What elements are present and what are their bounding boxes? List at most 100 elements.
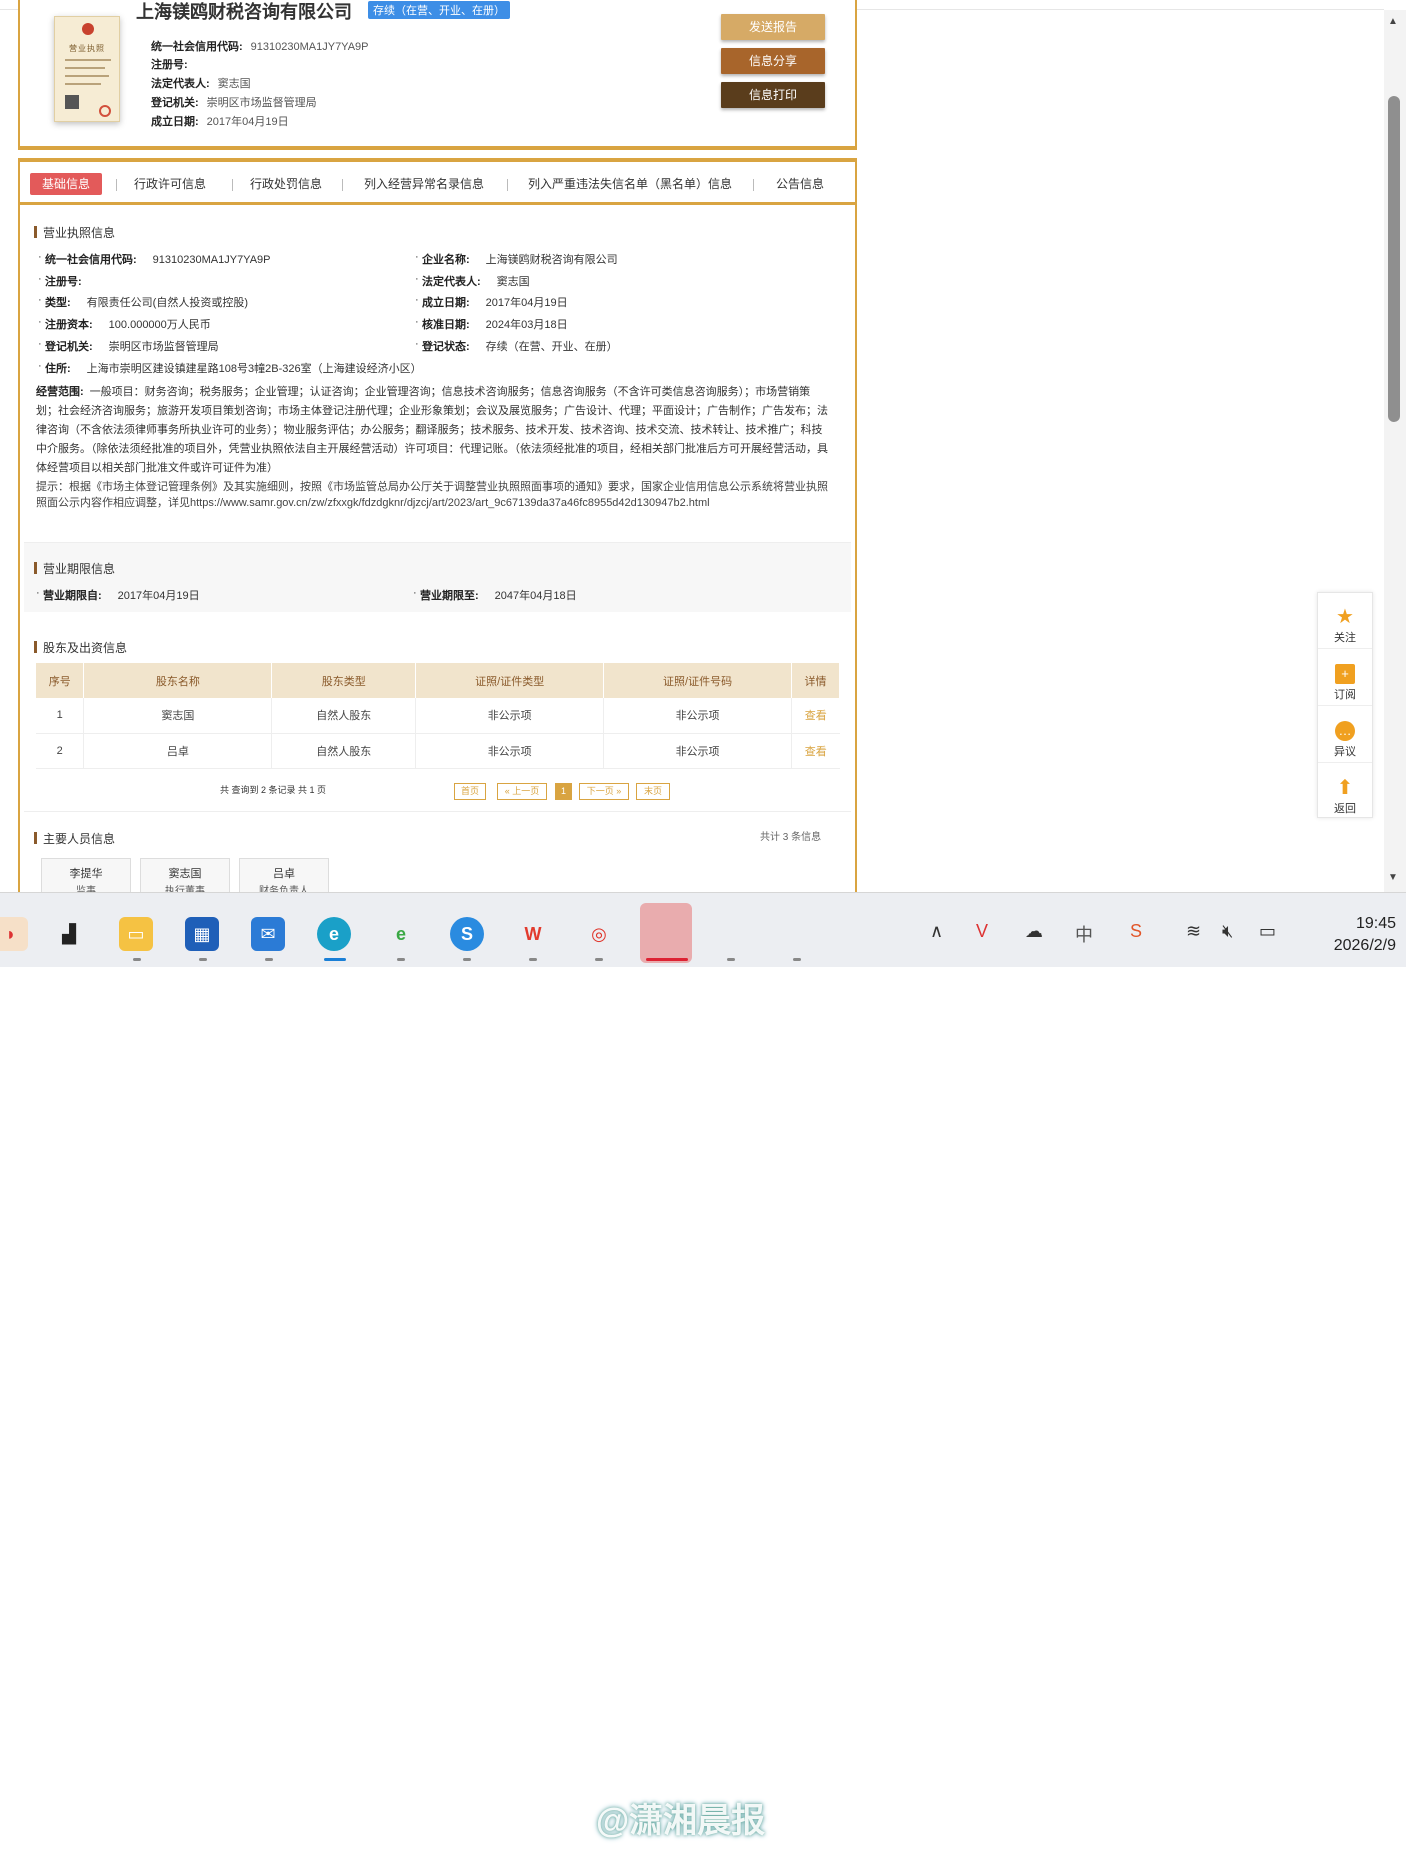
- star-icon: ★: [1336, 606, 1354, 628]
- company-name: 上海镁鸥财税咨询有限公司: [136, 2, 352, 22]
- person-card[interactable]: 吕卓 财务负责人: [239, 858, 329, 892]
- scroll-up-arrow-icon[interactable]: ▲: [1388, 16, 1398, 27]
- battery-icon[interactable]: ▭: [1259, 921, 1276, 942]
- person-card[interactable]: 李提华 监事: [41, 858, 131, 892]
- pager-prev[interactable]: « 上一页: [497, 783, 547, 800]
- field-approved: 核准日期:2024年03月18日: [415, 316, 568, 332]
- share-info-button[interactable]: 信息分享: [721, 48, 825, 74]
- sogou-browser-icon[interactable]: S: [450, 917, 484, 951]
- floating-sidebar: ★ 关注 + 订阅 … 异议 ⬆ 返回: [1317, 592, 1373, 818]
- credit-code-row: 统一社会信用代码: 91310230MA1JY7YA9P: [151, 41, 369, 53]
- detail-card: 基础信息 行政许可信息 行政处罚信息 列入经营异常名录信息 列入严重违法失信名单…: [18, 158, 857, 892]
- field-capital: 注册资本:100.000000万人民币: [38, 316, 211, 332]
- field-credit-code: 统一社会信用代码:91310230MA1JY7YA9P: [38, 251, 270, 267]
- license-section-title: 营业执照信息: [33, 224, 115, 241]
- col-id-number: 证照/证件号码: [603, 663, 792, 698]
- wps-icon[interactable]: W: [516, 917, 550, 951]
- subscribe-button[interactable]: + 订阅: [1318, 650, 1372, 706]
- scroll-down-arrow-icon[interactable]: ▼: [1388, 872, 1398, 883]
- chevron-up-icon[interactable]: ∧: [930, 921, 943, 942]
- field-company-name: 企业名称:上海镁鸥财税咨询有限公司: [415, 251, 618, 267]
- field-type: 类型:有限责任公司(自然人投资或控股): [38, 294, 248, 310]
- qr-code-icon: [65, 95, 79, 109]
- table-row: 1 窦志国 自然人股东 非公示项 非公示项 查看: [36, 698, 840, 734]
- browser-page: 营业执照 上海镁鸥财税咨询有限公司 存续（在营、开业、在册） 统一社会信用代码:…: [0, 0, 1384, 892]
- file-explorer-icon[interactable]: ▭: [119, 917, 153, 951]
- pager-current[interactable]: 1: [555, 783, 572, 800]
- person-card[interactable]: 窦志国 执行董事: [140, 858, 230, 892]
- back-to-top-button[interactable]: ⬆ 返回: [1318, 764, 1372, 820]
- adjustment-hint: 提示：根据《市场主体登记管理条例》及其实施细则，按照《市场监管总局办公厅关于调整…: [36, 481, 828, 509]
- tab-bar: 基础信息 行政许可信息 行政处罚信息 列入经营异常名录信息 列入严重违法失信名单…: [20, 162, 855, 205]
- view-detail-link[interactable]: 查看: [791, 733, 840, 769]
- field-period-to: 营业期限至:2047年04月18日: [413, 587, 577, 603]
- chat-bubble-icon: …: [1335, 721, 1355, 741]
- taskbar: ◗ ▟ ▭ ▦ ✉ e e S W ◎ @潇湘晨报 ∧ V ☁ 中 S ≋ 🔇︎…: [0, 892, 1406, 1840]
- company-header-card: 营业执照 上海镁鸥财税咨询有限公司 存续（在营、开业、在册） 统一社会信用代码:…: [18, 0, 857, 150]
- cloud-off-icon[interactable]: ☁: [1025, 921, 1043, 942]
- field-legal-rep: 法定代表人:窦志国: [415, 273, 530, 289]
- tab-announcements[interactable]: 公告信息: [776, 173, 824, 195]
- status-badge: 存续（在营、开业、在册）: [368, 1, 510, 19]
- edge-browser-icon[interactable]: e: [317, 917, 351, 951]
- pager-next[interactable]: 下一页 »: [579, 783, 629, 800]
- established-date-row: 成立日期: 2017年04月19日: [151, 116, 289, 128]
- field-established: 成立日期:2017年04月19日: [415, 294, 568, 310]
- field-reg-authority: 登记机关:崇明区市场监督管理局: [38, 338, 219, 354]
- view-detail-link[interactable]: 查看: [791, 698, 840, 734]
- shareholder-table: 序号 股东名称 股东类型 证照/证件类型 证照/证件号码 详情 1 窦志国 自然…: [36, 663, 840, 769]
- pager-last[interactable]: 末页: [636, 783, 670, 800]
- follow-button[interactable]: ★ 关注: [1318, 593, 1372, 649]
- reg-authority-row: 登记机关: 崇明区市场监督管理局: [151, 97, 317, 109]
- license-title: 营业执照: [69, 44, 105, 53]
- tab-abnormal-list[interactable]: 列入经营异常名录信息: [364, 173, 484, 195]
- wifi-icon[interactable]: ≋: [1186, 921, 1201, 942]
- pager-summary: 共 查询到 2 条记录 共 1 页: [220, 785, 327, 795]
- business-scope: 经营范围: 一般项目：财务咨询；税务服务；企业管理；认证咨询；企业管理咨询；信息技…: [36, 386, 828, 474]
- field-period-from: 营业期限自:2017年04月19日: [36, 587, 200, 603]
- antivirus-icon[interactable]: V: [976, 921, 988, 942]
- weibo-icon[interactable]: ◎: [582, 917, 616, 951]
- arrow-up-icon: ⬆: [1336, 777, 1354, 799]
- ie-ai-icon[interactable]: e: [384, 917, 418, 951]
- field-reg-number: 注册号:: [38, 273, 98, 289]
- store-icon[interactable]: ▦: [185, 917, 219, 951]
- col-id-type: 证照/证件类型: [415, 663, 605, 698]
- period-section-title: 营业期限信息: [33, 560, 115, 577]
- objection-button[interactable]: … 异议: [1318, 707, 1372, 763]
- volume-muted-icon[interactable]: 🔇︎: [1222, 921, 1233, 942]
- tab-blacklist[interactable]: 列入严重违法失信名单（黑名单）信息: [528, 173, 732, 195]
- send-report-button[interactable]: 发送报告: [721, 14, 825, 40]
- plus-icon: +: [1335, 664, 1355, 684]
- shareholder-section-title: 股东及出资信息: [33, 639, 127, 656]
- system-clock[interactable]: 19:45 2026/2/9: [1300, 913, 1396, 957]
- field-reg-status: 登记状态:存续（在营、开业、在册）: [415, 338, 618, 354]
- ime-indicator[interactable]: 中: [1075, 921, 1093, 947]
- scroll-thumb[interactable]: [1388, 96, 1400, 422]
- sogou-ime-icon[interactable]: S: [1130, 921, 1142, 942]
- app-pizza-icon[interactable]: ◗: [0, 917, 28, 951]
- personnel-section-title: 主要人员信息: [33, 830, 115, 847]
- col-detail: 详情: [791, 663, 840, 698]
- personnel-count: 共计 3 条信息: [760, 832, 822, 843]
- col-index: 序号: [36, 663, 85, 698]
- active-app-highlight[interactable]: [640, 903, 692, 963]
- col-type: 股东类型: [271, 663, 417, 698]
- vertical-scrollbar[interactable]: ▲ ▼: [1384, 10, 1406, 892]
- tab-basic-info[interactable]: 基础信息: [30, 173, 103, 195]
- outlook-icon[interactable]: ✉: [251, 917, 285, 951]
- tab-admin-penalty[interactable]: 行政处罚信息: [250, 173, 322, 195]
- task-view-icon[interactable]: ▟: [52, 917, 86, 951]
- tab-admin-license[interactable]: 行政许可信息: [134, 173, 206, 195]
- print-info-button[interactable]: 信息打印: [721, 82, 825, 108]
- business-license-image: 营业执照: [54, 16, 120, 122]
- table-row: 2 吕卓 自然人股东 非公示项 非公示项 查看: [36, 733, 840, 769]
- col-name: 股东名称: [83, 663, 273, 698]
- pager-first[interactable]: 首页: [454, 783, 486, 800]
- field-address: 住所:上海市崇明区建设镇建星路108号3幢2B-326室（上海建设经济小区）: [38, 360, 422, 376]
- watermark-text: @潇湘晨报: [596, 1802, 766, 1840]
- legal-rep-row: 法定代表人: 窦志国: [151, 78, 251, 90]
- reg-number-row: 注册号:: [151, 59, 188, 71]
- seal-icon: [99, 105, 111, 117]
- national-emblem-icon: [82, 23, 94, 35]
